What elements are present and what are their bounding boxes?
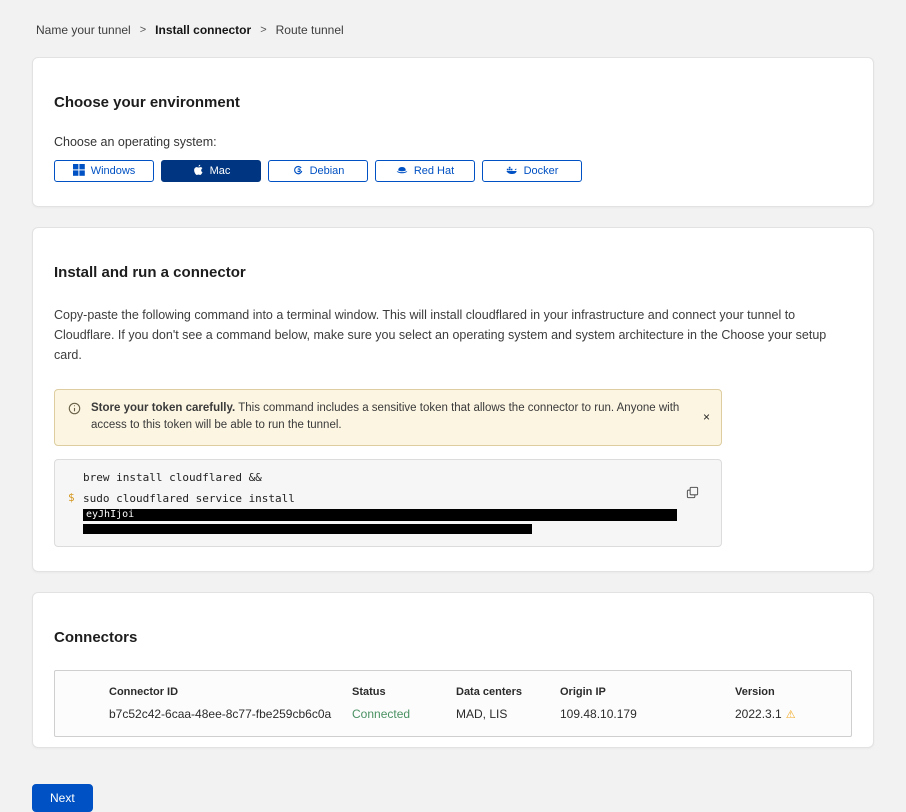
- install-card-title: Install and run a connector: [54, 264, 852, 281]
- os-button-label: Docker: [524, 165, 559, 177]
- debian-icon: [292, 164, 304, 179]
- connector-id-value: b7c52c42-6caa-48ee-8c77-fbe259cb6c0a: [109, 707, 352, 721]
- os-button-label: Red Hat: [414, 165, 454, 177]
- column-header-origin-ip: Origin IP: [560, 686, 735, 698]
- os-button-group: Windows Mac Debian Red Hat: [54, 160, 852, 182]
- cell-origin-ip: Origin IP 109.48.10.179: [560, 686, 735, 721]
- breadcrumb-step-install-connector[interactable]: Install connector: [155, 23, 251, 37]
- os-button-label: Windows: [91, 165, 136, 177]
- cell-connector-id: Connector ID b7c52c42-6caa-48ee-8c77-fbe…: [109, 686, 352, 721]
- version-value: 2022.3.1⚠: [735, 707, 841, 721]
- status-badge: Connected: [352, 707, 456, 721]
- table-row: Connector ID b7c52c42-6caa-48ee-8c77-fbe…: [55, 671, 851, 736]
- breadcrumb-separator: >: [260, 24, 266, 36]
- install-description: Copy-paste the following command into a …: [54, 305, 852, 365]
- choose-environment-card: Choose your environment Choose an operat…: [32, 57, 874, 207]
- apple-icon: [192, 164, 204, 179]
- next-button[interactable]: Next: [32, 784, 93, 812]
- redhat-icon: [396, 164, 408, 179]
- cell-data-centers: Data centers MAD, LIS: [456, 686, 560, 721]
- environment-card-title: Choose your environment: [54, 94, 852, 111]
- token-prefix: eyJhIjoi: [86, 509, 134, 520]
- install-connector-card: Install and run a connector Copy-paste t…: [32, 227, 874, 572]
- close-icon[interactable]: ×: [701, 409, 712, 425]
- docker-icon: [506, 164, 518, 179]
- column-header-version: Version: [735, 686, 841, 698]
- data-centers-value: MAD, LIS: [456, 707, 560, 721]
- token-redacted: eyJhIjoi: [83, 509, 677, 521]
- windows-icon: [73, 164, 85, 179]
- cell-status: Status Connected: [352, 686, 456, 721]
- copy-icon[interactable]: [686, 486, 699, 502]
- shell-prompt: $: [68, 491, 75, 504]
- os-button-debian[interactable]: Debian: [268, 160, 368, 182]
- column-header-connector-id: Connector ID: [109, 686, 352, 698]
- breadcrumb-separator: >: [140, 24, 146, 36]
- info-icon: [68, 402, 81, 421]
- redacted-token-bar: [83, 524, 532, 534]
- os-button-label: Mac: [210, 165, 231, 177]
- install-command-codeblock: $ brew install cloudflared && sudo cloud…: [54, 459, 722, 547]
- code-line-1: brew install cloudflared &&: [83, 470, 675, 485]
- os-select-label: Choose an operating system:: [54, 135, 852, 149]
- os-button-docker[interactable]: Docker: [482, 160, 582, 182]
- breadcrumb: Name your tunnel > Install connector > R…: [0, 0, 906, 37]
- code-line-token-2: [83, 521, 675, 536]
- os-button-redhat[interactable]: Red Hat: [375, 160, 475, 182]
- page: Name your tunnel > Install connector > R…: [0, 0, 906, 812]
- warning-message-bold: Store your token carefully.: [91, 402, 235, 414]
- os-button-mac[interactable]: Mac: [161, 160, 261, 182]
- warning-message: Store your token carefully. This command…: [91, 400, 683, 435]
- connectors-card-title: Connectors: [54, 629, 852, 646]
- origin-ip-value: 109.48.10.179: [560, 707, 735, 721]
- os-button-label: Debian: [310, 165, 345, 177]
- cell-version: Version 2022.3.1⚠: [735, 686, 841, 721]
- version-warning-icon: ⚠: [786, 709, 796, 721]
- connectors-table: Connector ID b7c52c42-6caa-48ee-8c77-fbe…: [54, 670, 852, 737]
- token-warning-banner: Store your token carefully. This command…: [54, 389, 722, 446]
- column-header-data-centers: Data centers: [456, 686, 560, 698]
- code-line-token: eyJhIjoi: [83, 506, 675, 521]
- code-line-2: sudo cloudflared service install: [83, 491, 675, 506]
- breadcrumb-step-name-your-tunnel[interactable]: Name your tunnel: [36, 23, 131, 37]
- connectors-card: Connectors Connector ID b7c52c42-6caa-48…: [32, 592, 874, 748]
- column-header-status: Status: [352, 686, 456, 698]
- os-button-windows[interactable]: Windows: [54, 160, 154, 182]
- breadcrumb-step-route-tunnel[interactable]: Route tunnel: [276, 23, 344, 37]
